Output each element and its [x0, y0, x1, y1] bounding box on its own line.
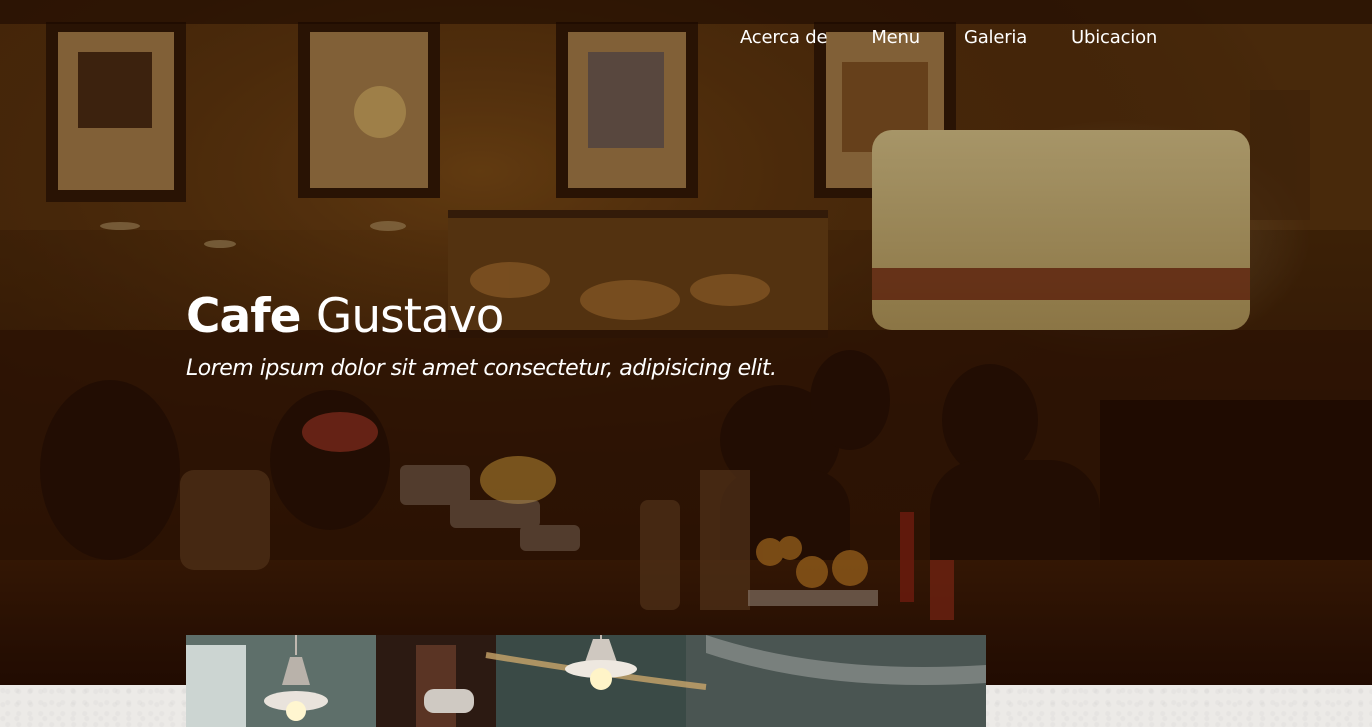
nav-link-ubicacion[interactable]: Ubicacion — [1071, 26, 1157, 50]
site-title: Cafe Gustavo — [186, 288, 504, 346]
cafe-pendant-lamps-photo — [186, 635, 986, 727]
site-title-light: Gustavo — [315, 289, 504, 344]
site-title-strong: Cafe — [186, 289, 302, 344]
nav-link-menu[interactable]: Menu — [871, 26, 920, 50]
nav-link-galeria[interactable]: Galeria — [964, 26, 1027, 50]
main-navigation: Acerca de Menu Galeria Ubicacion — [740, 26, 1157, 50]
nav-link-acerca-de[interactable]: Acerca de — [740, 26, 828, 50]
top-bar-shade — [0, 0, 1372, 24]
hero-section: Acerca de Menu Galeria Ubicacion Cafe Gu… — [0, 0, 1372, 685]
landing-page: Acerca de Menu Galeria Ubicacion Cafe Gu… — [0, 0, 1372, 727]
hero-tagline: Lorem ipsum dolor sit amet consectetur, … — [186, 356, 777, 381]
